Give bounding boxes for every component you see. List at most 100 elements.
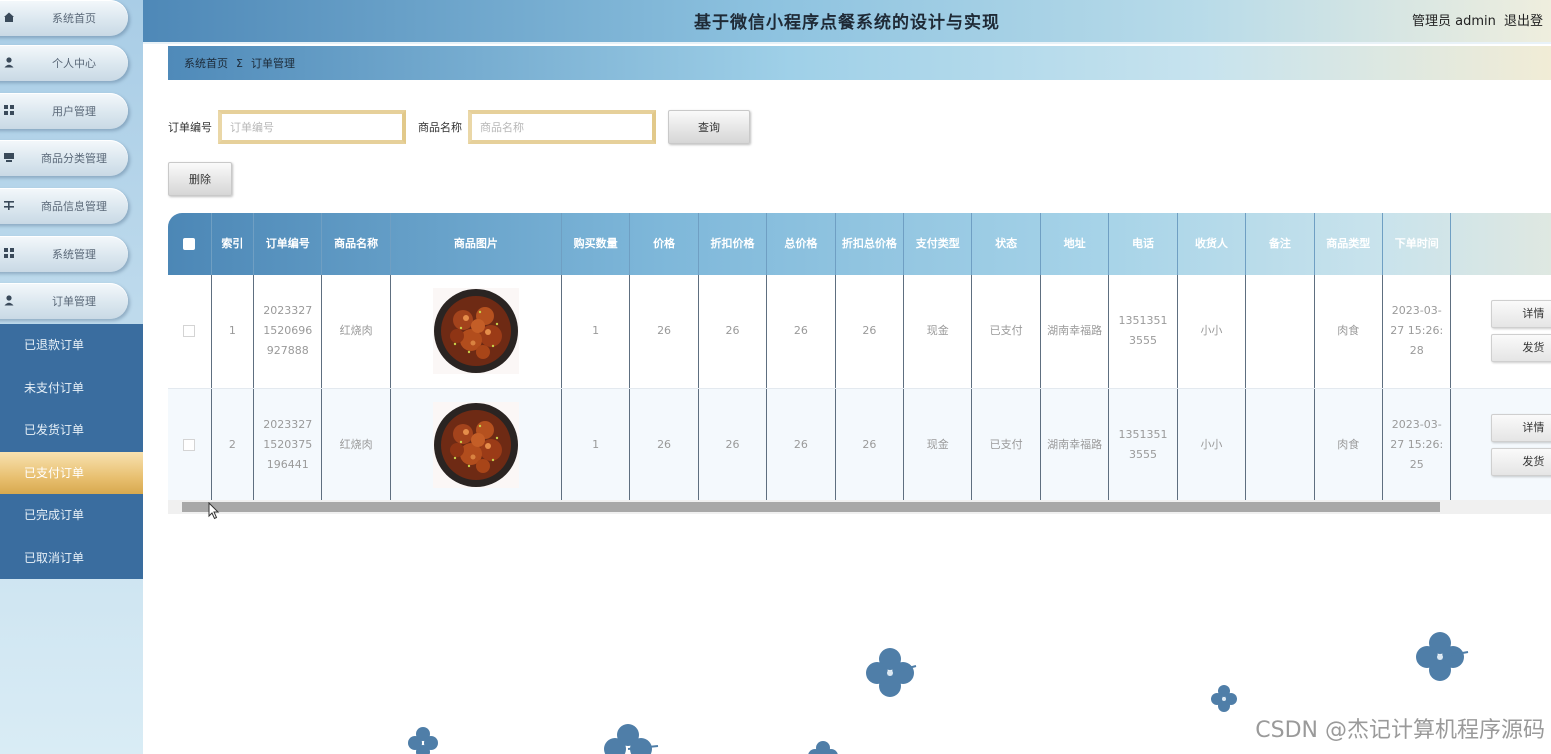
order-no-input[interactable] [218,110,406,144]
cell-phone: 13513513555 [1108,388,1178,502]
sidebar-item-profile[interactable]: 个人中心 [0,45,128,81]
cell-receiver: 小小 [1177,388,1247,502]
sidebar-item-product[interactable]: 商品信息管理 [0,188,128,224]
sidebar-item-label: 商品信息管理 [41,200,107,213]
cell-discount-total: 26 [835,275,905,389]
breadcrumb-separator: Σ [236,56,243,70]
top-header: 基于微信小程序点餐系统的设计与实现 管理员 admin 退出登 [143,0,1551,44]
column-header: 折扣价格 [698,213,768,275]
breadcrumb-home[interactable]: 系统首页 [184,55,228,71]
clover-decoration-icon [1211,685,1237,712]
cell-order-no: 20233271520696927888 [253,275,323,389]
delete-button[interactable]: 删除 [168,162,232,196]
cell-index: 1 [211,275,255,389]
column-header: 价格 [629,213,699,275]
sidebar-item-label: 订单管理 [52,295,96,308]
row-select-cell[interactable] [168,388,212,502]
column-header: 购买数量 [561,213,631,275]
submenu-refunded[interactable]: 已退款订单 [0,324,143,367]
column-header: 状态 [971,213,1041,275]
row-checkbox[interactable] [183,325,196,338]
cell-image [390,275,562,389]
column-header: 电话 [1108,213,1178,275]
table-header-row: 索引 订单编号 商品名称 商品图片 购买数量 价格 折扣价格 总价格 折扣总价格… [168,213,1551,275]
cell-category: 肉食 [1314,275,1384,389]
row-checkbox[interactable] [183,438,196,451]
row-select-cell[interactable] [168,275,212,389]
submenu-shipped[interactable]: 已发货订单 [0,409,143,452]
product-image [432,401,519,488]
ship-button[interactable]: 发货 [1491,447,1551,476]
grid-icon [2,104,16,118]
table-horizontal-scrollbar[interactable] [168,500,1551,514]
actions-header [1451,213,1551,275]
sidebar-item-category[interactable]: 商品分类管理 [0,140,128,176]
column-header: 商品名称 [321,213,391,275]
product-name-input[interactable] [468,110,656,144]
clover-decoration-icon [408,727,438,754]
sidebar-item-users[interactable]: 用户管理 [0,93,128,129]
orders-submenu: 已退款订单 未支付订单 已发货订单 已支付订单 已完成订单 已取消订单 [0,324,143,579]
column-header: 备注 [1245,213,1315,275]
sidebar-item-system[interactable]: 系统管理 [0,236,128,272]
column-header: 收货人 [1177,213,1247,275]
detail-button[interactable]: 详情 [1491,300,1551,329]
cell-price: 26 [629,275,699,389]
watermark: CSDN @杰记计算机程序源码 [1255,718,1545,743]
cell-order-no: 20233271520375196441 [253,388,323,502]
cell-remark [1245,388,1315,502]
breadcrumb-current: 订单管理 [250,57,295,70]
column-header: 地址 [1040,213,1110,275]
orders-table-wrap: 索引 订单编号 商品名称 商品图片 购买数量 价格 折扣价格 总价格 折扣总价格… [168,213,1551,513]
cell-address: 湖南幸福路 [1040,388,1110,502]
scrollbar-thumb[interactable] [182,502,1440,512]
product-image [432,288,519,375]
select-all-cell[interactable] [168,213,212,275]
cell-receiver: 小小 [1177,275,1247,389]
sidebar: 系统首页 个人中心 用户管理 商品分类管理 商品信息管理 系统管理 订单管理 已… [0,0,143,754]
select-all-checkbox[interactable] [183,238,196,250]
query-button[interactable]: 查询 [668,110,750,144]
cell-qty: 1 [561,275,631,389]
product-name-label: 商品名称 [418,121,462,134]
sidebar-item-label: 用户管理 [52,105,96,118]
cell-discount-total: 26 [835,388,905,502]
cell-actions: 详情 发货 [1450,275,1551,389]
user-label: 管理员 admin [1411,14,1496,29]
column-header: 商品类型 [1314,213,1384,275]
logout-link[interactable]: 退出登 [1504,14,1543,29]
sidebar-item-label: 商品分类管理 [41,152,107,165]
cell-address: 湖南幸福路 [1040,275,1110,389]
cell-index: 2 [211,388,255,502]
sidebar-item-orders[interactable]: 订单管理 [0,283,128,319]
cell-actions: 详情 发货 [1450,388,1551,502]
column-header: 订单编号 [253,213,323,275]
submenu-cancelled[interactable]: 已取消订单 [0,537,143,580]
ship-button[interactable]: 发货 [1491,334,1551,363]
breadcrumb: 系统首页 Σ 订单管理 [168,46,1551,80]
cell-status: 已支付 [971,388,1041,502]
column-header: 总价格 [766,213,836,275]
detail-button[interactable]: 详情 [1491,413,1551,442]
clover-decoration-icon [808,741,838,754]
submenu-unpaid[interactable]: 未支付订单 [0,367,143,410]
submenu-paid[interactable]: 已支付订单 [0,451,143,494]
cell-total: 26 [766,275,836,389]
order-no-label: 订单编号 [168,121,212,134]
sidebar-item-label: 系统首页 [52,12,96,25]
app-title: 基于微信小程序点餐系统的设计与实现 [694,13,1000,33]
search-bar: 订单编号 商品名称 查询 [168,110,750,144]
column-header: 支付类型 [903,213,973,275]
cell-pay-type: 现金 [903,388,973,502]
submenu-completed[interactable]: 已完成订单 [0,494,143,537]
table-row: 2 20233271520375196441 红烧肉 1 26 26 26 26… [168,388,1551,502]
sidebar-item-label: 系统管理 [52,248,96,261]
cell-discount-price: 26 [698,275,768,389]
home-icon [2,11,16,25]
cell-discount-price: 26 [698,388,768,502]
clover-decoration-icon [866,648,917,697]
sidebar-item-home[interactable]: 系统首页 [0,0,128,36]
cell-product: 红烧肉 [321,388,391,502]
cell-product: 红烧肉 [321,275,391,389]
column-header: 索引 [211,213,255,275]
